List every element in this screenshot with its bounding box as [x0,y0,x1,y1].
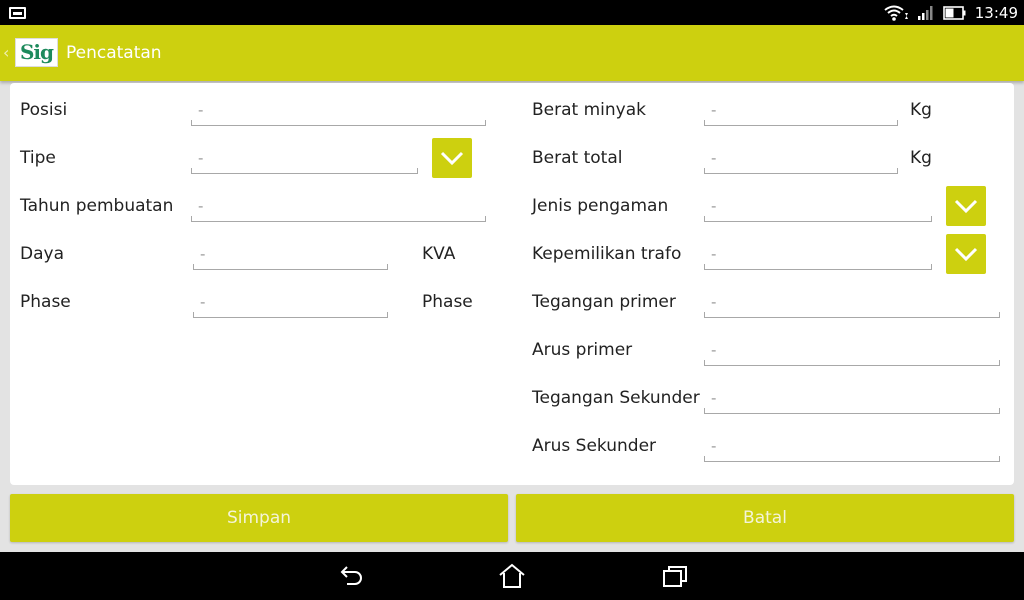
daya-unit: KVA [422,244,456,264]
arus-sekunder-field[interactable] [704,432,1000,462]
cancel-button[interactable]: Batal [516,494,1014,542]
signal-icon [917,5,935,21]
chevron-down-icon [954,247,978,262]
label-posisi: Posisi [20,100,68,120]
phase-unit: Phase [422,292,473,312]
tipe-dropdown-button[interactable] [432,138,472,178]
kepemilikan-trafo-input[interactable] [704,240,932,268]
battery-icon [942,5,967,21]
label-arus-primer: Arus primer [532,340,633,360]
tegangan-sekunder-input[interactable] [704,384,1000,412]
chevron-down-icon [440,151,464,166]
arus-primer-field[interactable] [704,336,1000,366]
recent-apps-icon[interactable] [660,562,690,590]
posisi-field[interactable] [191,96,486,126]
arus-primer-input[interactable] [704,336,1000,364]
app-bar: ‹ Sig Pencatatan [0,25,1024,81]
back-icon[interactable] [336,562,366,590]
tegangan-primer-input[interactable] [704,288,1000,316]
label-tegangan-primer: Tegangan primer [532,292,676,312]
kepemilikan-trafo-field[interactable] [704,240,932,270]
berat-total-field[interactable] [704,144,898,174]
berat-total-unit: Kg [910,148,932,168]
tipe-input[interactable] [191,144,418,172]
berat-minyak-field[interactable] [704,96,898,126]
navigation-bar [0,552,1024,600]
label-arus-sekunder: Arus Sekunder [532,436,657,456]
jenis-pengaman-dropdown-button[interactable] [946,186,986,226]
tegangan-sekunder-field[interactable] [704,384,1000,414]
phase-field[interactable] [193,288,388,318]
wifi-icon [883,4,909,22]
tahun-pembuatan-field[interactable] [191,192,486,222]
label-phase: Phase [20,292,71,312]
save-button[interactable]: Simpan [10,494,508,542]
berat-total-input[interactable] [704,144,898,172]
label-tegangan-sekunder: Tegangan Sekunder [532,388,700,408]
label-kepemilikan-trafo: Kepemilikan trafo [532,244,682,264]
phase-input[interactable] [193,288,388,316]
jenis-pengaman-input[interactable] [704,192,932,220]
status-icons: 13:49 [883,3,1018,23]
label-tipe: Tipe [20,148,56,168]
tahun-pembuatan-input[interactable] [191,192,486,220]
label-berat-minyak: Berat minyak [532,100,646,120]
app-logo[interactable]: Sig [15,38,58,67]
label-berat-total: Berat total [532,148,623,168]
label-tahun-pembuatan: Tahun pembuatan [20,196,174,216]
jenis-pengaman-field[interactable] [704,192,932,222]
label-jenis-pengaman: Jenis pengaman [532,196,669,216]
berat-minyak-unit: Kg [910,100,932,120]
notification-image-icon [9,7,26,19]
status-bar: 13:49 [0,0,1024,25]
label-daya: Daya [20,244,64,264]
clock: 13:49 [974,4,1018,22]
daya-field[interactable] [193,240,388,270]
posisi-input[interactable] [191,96,486,124]
chevron-down-icon [954,199,978,214]
tegangan-primer-field[interactable] [704,288,1000,318]
page-title: Pencatatan [66,43,162,63]
berat-minyak-input[interactable] [704,96,898,124]
tipe-field[interactable] [191,144,418,174]
back-chevron-icon[interactable]: ‹ [3,43,9,62]
arus-sekunder-input[interactable] [704,432,1000,460]
daya-input[interactable] [193,240,388,268]
kepemilikan-trafo-dropdown-button[interactable] [946,234,986,274]
home-icon[interactable] [497,562,527,590]
